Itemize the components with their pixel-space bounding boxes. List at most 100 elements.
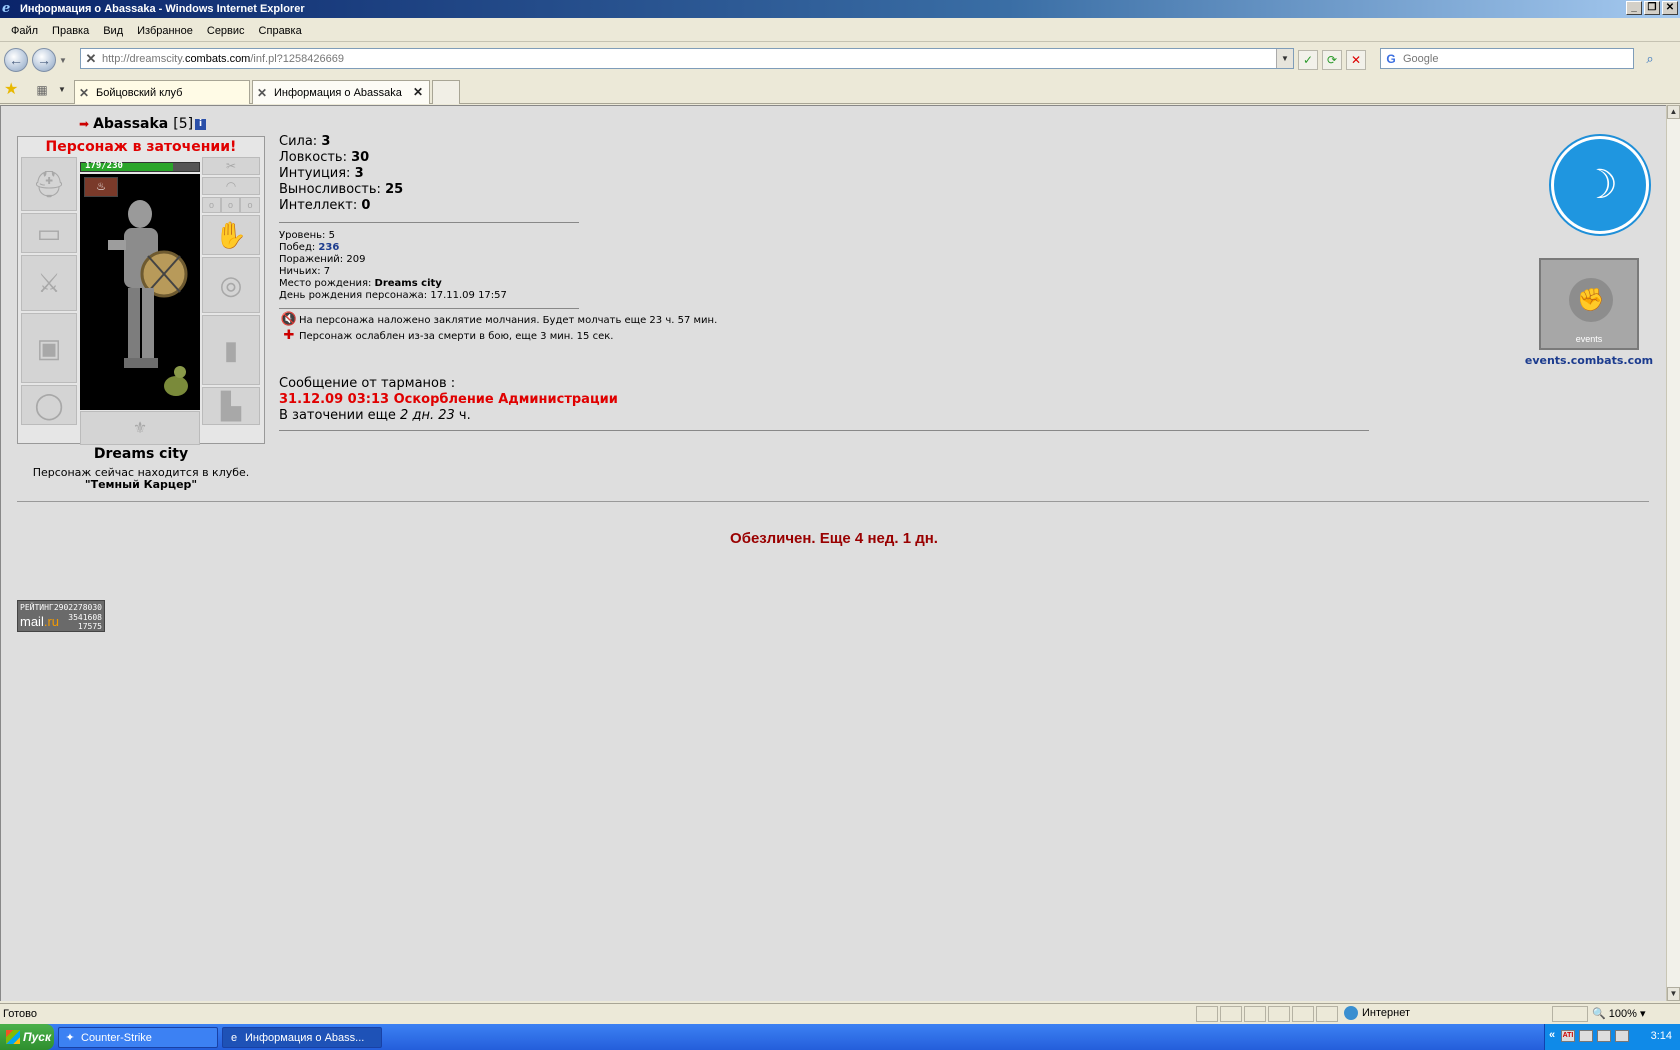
tab-label: Информация о Abassaka: [274, 86, 402, 99]
ring-slot-3-icon[interactable]: o: [240, 197, 260, 213]
counter-label: РЕЙТИНГ: [20, 603, 54, 612]
clock[interactable]: 3:14: [1651, 1030, 1672, 1042]
task-label: Counter-Strike: [81, 1031, 152, 1044]
events-emblem-icon: ✊: [1569, 278, 1613, 322]
counter-n3: 17575: [77, 622, 102, 631]
new-tab-button[interactable]: [432, 80, 460, 104]
detail-value: 17.11.09 17:57: [430, 290, 507, 301]
sea-logo-icon[interactable]: ☽: [1549, 134, 1651, 236]
quick-tabs-icon[interactable]: ▦: [32, 81, 52, 99]
info-icon[interactable]: i: [195, 118, 207, 130]
url-prefix: http://dreamscity.: [102, 52, 185, 65]
detail-wins: Побед: 236: [279, 242, 507, 254]
vertical-scrollbar[interactable]: ▲ ▼: [1666, 105, 1680, 1001]
message-title: Сообщение от тарманов :: [279, 376, 456, 391]
status-cell: [1196, 1006, 1218, 1022]
status-cell: [1244, 1006, 1266, 1022]
history-dropdown-icon[interactable]: ▼: [59, 56, 69, 65]
ie-task-icon: e: [230, 1031, 238, 1044]
helmet-slot-icon[interactable]: ⛑: [21, 157, 77, 211]
mailru-brand-b: .ru: [43, 614, 60, 629]
necklace-slot-icon[interactable]: ◠: [202, 177, 260, 195]
site-favicon-icon: ✕: [85, 50, 97, 66]
jail-remaining: В заточении еще 2 дн. 23 ч.: [279, 408, 471, 423]
ati-icon[interactable]: ATI: [1561, 1030, 1575, 1042]
character-room: "Темный Карцер": [84, 478, 198, 491]
protected-mode-icon[interactable]: [1552, 1006, 1588, 1022]
menu-favorites[interactable]: Избранное: [130, 23, 200, 39]
tab-close-icon[interactable]: ✕: [413, 85, 423, 99]
events-banner[interactable]: ✊ events: [1539, 258, 1639, 350]
tab-combats-club[interactable]: ✕ Бойцовский клуб: [74, 80, 250, 104]
close-window-button[interactable]: ✕: [1662, 1, 1678, 15]
tab-list-dropdown-icon[interactable]: ▼: [56, 81, 68, 99]
amulet-slot-icon[interactable]: ✂: [202, 157, 260, 175]
volume-icon[interactable]: [1597, 1030, 1611, 1042]
effect-text: На персонажа наложено заклятие молчания.…: [299, 314, 718, 326]
boots-slot-icon[interactable]: ▙: [202, 387, 260, 425]
network-icon[interactable]: [1579, 1030, 1593, 1042]
stats-block: Сила: 3 Ловкость: 30 Интуиция: 3 Выносли…: [279, 134, 403, 214]
address-input[interactable]: ✕ http://dreamscity. combats.com/inf.pl?1…: [80, 48, 1294, 69]
scroll-up-icon[interactable]: ▲: [1667, 105, 1680, 119]
search-input[interactable]: G Google: [1380, 48, 1634, 69]
start-label: Пуск: [23, 1030, 52, 1044]
buff-icon[interactable]: ♨: [84, 177, 118, 197]
counter-n2: 3541608: [68, 613, 102, 622]
scroll-down-icon[interactable]: ▼: [1667, 987, 1680, 1001]
menu-file[interactable]: Файл: [4, 23, 45, 39]
stat-label: Ловкость:: [279, 150, 352, 165]
forward-button[interactable]: →: [32, 48, 56, 72]
detail-label: Ничьих:: [279, 266, 324, 277]
zoom-control[interactable]: 🔍 100% ▾: [1592, 1007, 1645, 1020]
private-message-arrow-icon[interactable]: ➡: [79, 117, 89, 131]
search-go-icon[interactable]: ⌕: [1640, 49, 1660, 69]
taskbar: Пуск ✦ Counter-Strike e Информация о Aba…: [0, 1024, 1680, 1050]
legs-slot-icon[interactable]: ▮: [202, 315, 260, 385]
stat-value: 3: [321, 134, 331, 149]
counter-n1: 2902278030: [53, 603, 102, 612]
ring-slot-1-icon[interactable]: o: [202, 197, 221, 213]
taskbar-item-ie[interactable]: e Информация о Abass...: [222, 1027, 382, 1048]
mailru-counter[interactable]: РЕЙТИНГ 2902278030 mail.ru 3541608 17575: [17, 600, 105, 632]
minimize-button[interactable]: _: [1626, 1, 1642, 15]
mailru-brand-a: mail: [20, 614, 44, 629]
app-tray-icon[interactable]: [1615, 1030, 1629, 1042]
details-block: Уровень: 5 Побед: 236 Поражений: 209 Нич…: [279, 230, 507, 302]
stat-strength: Сила: 3: [279, 134, 403, 150]
detail-label: Уровень:: [279, 230, 329, 241]
weapon-slot-icon[interactable]: ⚔: [21, 255, 77, 311]
search-placeholder: Google: [1403, 52, 1439, 65]
tray-expand-icon[interactable]: «: [1549, 1029, 1555, 1041]
ring-slot-2-icon[interactable]: o: [221, 197, 240, 213]
security-zone[interactable]: Интернет: [1344, 1006, 1410, 1020]
ie-icon: e: [2, 1, 11, 16]
shield-slot-icon[interactable]: ◎: [202, 257, 260, 313]
menu-edit[interactable]: Правка: [45, 23, 96, 39]
refresh-icon[interactable]: ⟳: [1322, 50, 1342, 70]
character-nick: Abassaka: [93, 116, 169, 132]
character-avatar[interactable]: ♨: [80, 174, 200, 410]
wins-link[interactable]: 236: [318, 242, 339, 253]
armor-slot-icon[interactable]: ▣: [21, 313, 77, 383]
menu-view[interactable]: Вид: [96, 23, 130, 39]
events-link[interactable]: events.combats.com: [1521, 354, 1657, 367]
bracers-slot-icon[interactable]: ▭: [21, 213, 77, 253]
back-button[interactable]: ←: [4, 48, 28, 72]
address-dropdown-icon[interactable]: ▼: [1276, 49, 1293, 68]
favorites-star-icon[interactable]: ★: [4, 81, 22, 99]
start-button[interactable]: Пуск: [0, 1024, 54, 1050]
stat-label: Интуиция:: [279, 166, 355, 181]
maximize-button[interactable]: ❐: [1644, 1, 1660, 15]
compat-view-icon[interactable]: ✓: [1298, 50, 1318, 70]
belt-slot-icon[interactable]: ◯: [21, 385, 77, 425]
tab-character-info[interactable]: ✕ Информация о Abassaka ✕: [252, 80, 430, 104]
jail-time: 2 дн. 23: [400, 408, 455, 423]
character-header: ➡ Abassaka [5] i: [79, 116, 207, 132]
divider: [17, 501, 1649, 502]
menu-tools[interactable]: Сервис: [200, 23, 252, 39]
gloves-slot-icon[interactable]: ✋: [202, 215, 260, 255]
menu-help[interactable]: Справка: [252, 23, 309, 39]
stop-icon[interactable]: ✕: [1346, 50, 1366, 70]
taskbar-item-counter-strike[interactable]: ✦ Counter-Strike: [58, 1027, 218, 1048]
